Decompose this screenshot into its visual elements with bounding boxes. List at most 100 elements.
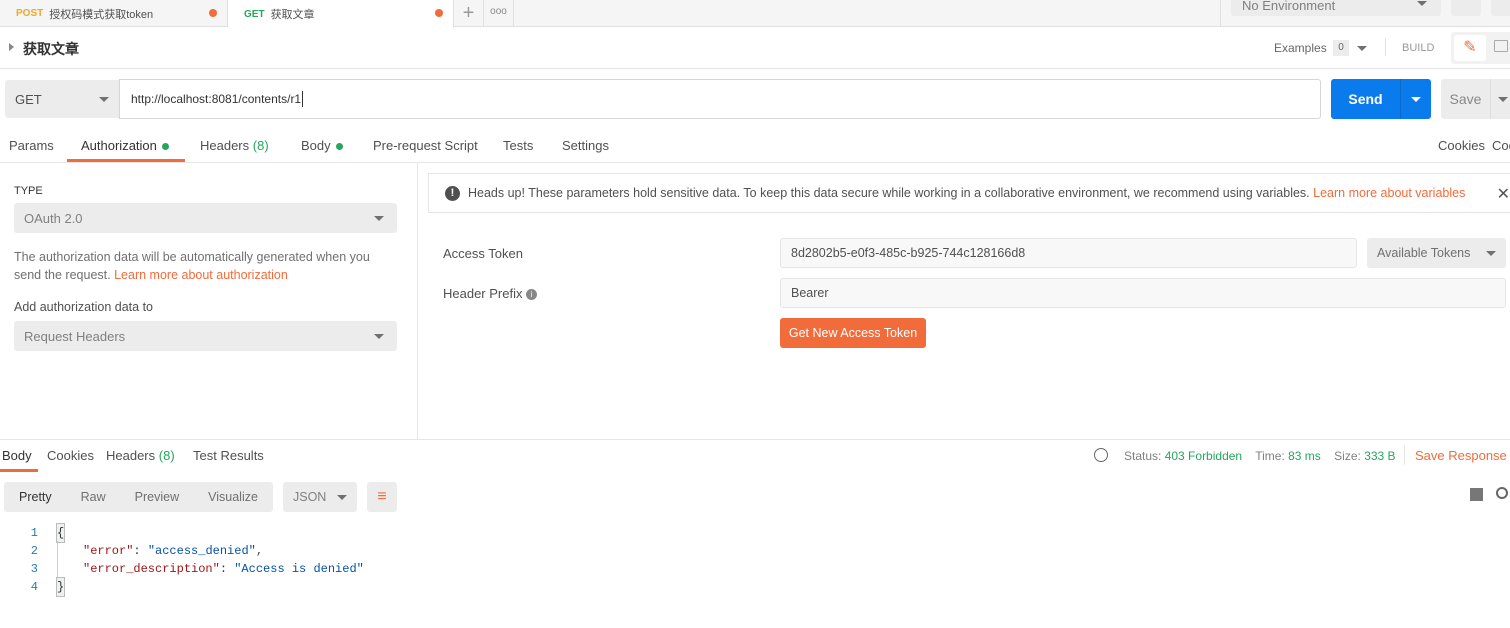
add-to-select[interactable]: Request Headers (14, 321, 397, 351)
header-prefix-input[interactable]: Bearer (780, 278, 1506, 308)
close-icon[interactable]: ✕ (1497, 184, 1510, 204)
size-label: Size: (1334, 449, 1361, 463)
eye-icon[interactable] (1451, 0, 1481, 16)
add-to-label: Add authorization data to (14, 300, 153, 314)
auth-type-select[interactable]: OAuth 2.0 (14, 203, 397, 233)
view-raw[interactable]: Raw (81, 490, 106, 504)
info-icon: ! (445, 185, 460, 201)
active-dot (335, 143, 343, 151)
chevron-down-icon (1486, 251, 1496, 256)
url-value: http://localhost:8081/contents/r1 (131, 92, 302, 106)
json-key: "error_description" (83, 562, 220, 576)
view-mode-group: Pretty Raw Preview Visualize (4, 482, 273, 512)
tab-label: Authorization (81, 138, 157, 153)
tab-title: 获取文章 (270, 9, 315, 21)
response-tab-test-results[interactable]: Test Results (193, 448, 264, 463)
info-icon[interactable]: i (526, 289, 538, 301)
status-value: 403 Forbidden (1164, 449, 1243, 463)
label-text: Header Prefix (443, 286, 523, 301)
wrap-lines-icon[interactable]: ≡ (367, 482, 397, 512)
active-tab-indicator (0, 469, 38, 472)
tab-post-token[interactable]: POST 授权码模式获取token (0, 0, 228, 27)
time-label: Time: (1255, 449, 1285, 463)
json-key: "error" (83, 544, 134, 558)
tab-body[interactable]: Body (301, 138, 343, 153)
auth-description: The authorization data will be automatic… (14, 248, 389, 284)
send-options-button[interactable] (1400, 79, 1431, 119)
tab-get-article[interactable]: GET 获取文章 (228, 0, 454, 28)
tab-tests[interactable]: Tests (503, 138, 533, 153)
line-number: 3 (30, 562, 38, 576)
code-line: 3 "error_description": "Access is denied" (24, 560, 364, 578)
add-to-value: Request Headers (24, 328, 126, 344)
view-visualize[interactable]: Visualize (208, 490, 258, 504)
tab-authorization[interactable]: Authorization (81, 138, 169, 153)
globe-icon[interactable] (1094, 448, 1108, 462)
line-number: 2 (30, 544, 38, 558)
response-body: 1{ 2 "error": "access_denied", 3 "error_de… (24, 523, 364, 597)
learn-more-variables-link[interactable]: Learn more about variables (1313, 186, 1465, 200)
url-input[interactable]: http://localhost:8081/contents/r1 (119, 79, 1321, 119)
expand-triangle-icon[interactable] (9, 43, 14, 51)
sensitive-data-alert: ! Heads up! These parameters hold sensit… (428, 173, 1510, 213)
response-tab-cookies[interactable]: Cookies (47, 448, 94, 463)
response-status-bar: Status: 403 Forbidden Time: 83 ms Size: … (1124, 449, 1396, 463)
chevron-down-icon (337, 495, 347, 500)
unsaved-dot (209, 9, 217, 17)
auth-type-value: OAuth 2.0 (24, 210, 83, 226)
code-text: } (55, 577, 66, 597)
code-text: { (55, 523, 66, 543)
tab-headers[interactable]: Headers (8) (200, 138, 269, 153)
learn-more-authorization-link[interactable]: Learn more about authorization (114, 268, 288, 282)
examples-dropdown-icon[interactable] (1357, 46, 1367, 51)
unsaved-dot (435, 9, 443, 17)
available-tokens-select[interactable]: Available Tokens (1367, 238, 1506, 268)
code-line: 1{ (24, 523, 364, 543)
environment-select[interactable]: No Environment (1231, 0, 1441, 16)
copy-icon[interactable] (1470, 488, 1483, 501)
view-preview[interactable]: Preview (135, 490, 179, 504)
method-select[interactable]: GET (5, 80, 119, 118)
new-tab-plus-icon[interactable]: + (454, 0, 484, 27)
format-select[interactable]: JSON (283, 482, 357, 512)
chevron-down-icon (1411, 97, 1421, 102)
json-value: "access_denied" (147, 544, 256, 558)
line-number: 4 (30, 580, 38, 594)
header-prefix-label: Header Prefix i (443, 286, 538, 301)
more-tabs-icon[interactable]: ooo (484, 0, 514, 27)
response-tab-body[interactable]: Body (2, 448, 32, 463)
save-button[interactable]: Save (1441, 79, 1490, 119)
access-token-input[interactable]: 8d2802b5-e0f3-485c-b925-744c128166d8 (780, 238, 1357, 268)
view-pretty[interactable]: Pretty (19, 490, 52, 504)
save-options-button[interactable] (1490, 79, 1510, 119)
status-label: Status: (1124, 449, 1162, 463)
examples-count: 0 (1333, 40, 1349, 56)
access-token-label: Access Token (443, 246, 523, 261)
chevron-down-icon (1498, 97, 1508, 102)
available-tokens-label: Available Tokens (1377, 246, 1471, 260)
code-line: 2 "error": "access_denied", (24, 542, 364, 560)
headers-count: (8) (158, 448, 175, 463)
comments-icon[interactable] (1494, 40, 1508, 52)
tab-settings[interactable]: Settings (562, 138, 609, 153)
tab-label: Headers (106, 448, 156, 463)
save-response-button[interactable]: Save Response (1415, 448, 1507, 463)
method-badge: GET (244, 8, 265, 20)
tab-params[interactable]: Params (9, 138, 54, 153)
settings-sliders-icon[interactable] (1491, 0, 1510, 16)
code-link[interactable]: Code (1492, 138, 1510, 153)
headers-count: (8) (252, 138, 269, 153)
tab-prerequest-script[interactable]: Pre-request Script (373, 138, 478, 153)
format-value: JSON (293, 490, 327, 504)
search-icon[interactable] (1496, 487, 1508, 499)
code-line: 4} (24, 577, 364, 597)
examples-label[interactable]: Examples (1274, 41, 1327, 55)
edit-pencil-icon[interactable]: ✎ (1454, 35, 1486, 61)
get-new-access-token-button[interactable]: Get New Access Token (780, 318, 926, 348)
response-tab-headers[interactable]: Headers (8) (106, 448, 175, 463)
build-label[interactable]: BUILD (1402, 42, 1434, 54)
cookies-link[interactable]: Cookies (1438, 138, 1485, 153)
send-button[interactable]: Send (1331, 79, 1400, 119)
chevron-down-icon (374, 216, 384, 221)
chevron-down-icon (99, 97, 109, 102)
